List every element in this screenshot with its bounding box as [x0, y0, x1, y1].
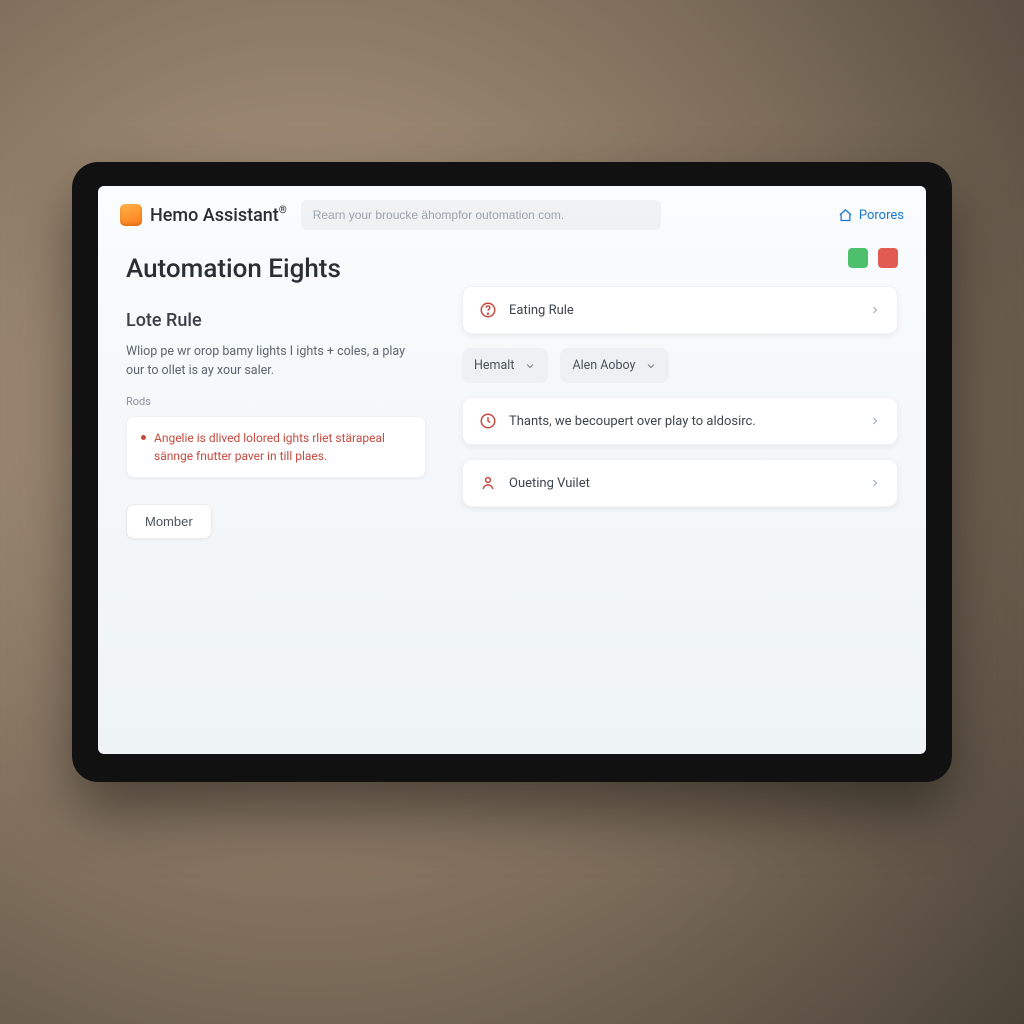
- nav-home-label: Porores: [859, 208, 904, 223]
- chevron-right-icon: [869, 477, 881, 489]
- select-label: Hemalt: [474, 358, 514, 373]
- status-chip-green[interactable]: [848, 248, 868, 268]
- rule-card-eating[interactable]: Eating Rule: [462, 286, 898, 334]
- chevron-down-icon: [645, 360, 657, 372]
- brand-name: Hemo Assistant®: [150, 205, 287, 226]
- app-screen: Hemo Assistant® Porores Automation Eight…: [98, 186, 926, 754]
- left-column: Automation Eights Lote Rule Wliop pe wr …: [126, 248, 426, 734]
- warning-text: Angelie is dlived lolored ights rliet st…: [154, 429, 411, 465]
- status-chip-red[interactable]: [878, 248, 898, 268]
- select-hemalt[interactable]: Hemalt: [462, 348, 548, 383]
- main-content: Automation Eights Lote Rule Wliop pe wr …: [98, 240, 926, 754]
- rule-card-label: Thants, we becoupert over play to aldosi…: [509, 414, 857, 429]
- warning-bullet-icon: [141, 435, 146, 440]
- brand: Hemo Assistant®: [120, 204, 287, 226]
- chevron-down-icon: [524, 360, 536, 372]
- rule-card-oueting[interactable]: Oueting Vuilet: [462, 459, 898, 507]
- search-input[interactable]: [301, 200, 661, 230]
- rule-card-thants[interactable]: Thants, we becoupert over play to aldosi…: [462, 397, 898, 445]
- select-row: Hemalt Alen Aoboy: [462, 348, 898, 383]
- laptop-frame: Hemo Assistant® Porores Automation Eight…: [72, 162, 952, 782]
- brand-logo-icon: [120, 204, 142, 226]
- status-row: [462, 248, 898, 268]
- search-container: [301, 200, 661, 230]
- nav-home[interactable]: Porores: [838, 208, 904, 223]
- section-title: Lote Rule: [126, 310, 426, 331]
- right-column: Eating Rule Hemalt Alen Aoboy: [462, 248, 898, 734]
- section-description: Wliop pe wr orop bamy lights I ights + c…: [126, 343, 426, 381]
- rule-card-label: Eating Rule: [509, 303, 857, 318]
- chevron-right-icon: [869, 415, 881, 427]
- clock-icon: [479, 412, 497, 430]
- person-icon: [479, 474, 497, 492]
- chevron-right-icon: [869, 304, 881, 316]
- select-alen-aoboy[interactable]: Alen Aoboy: [560, 348, 669, 383]
- rods-label: Rods: [126, 395, 426, 408]
- question-icon: [479, 301, 497, 319]
- top-bar: Hemo Assistant® Porores: [98, 186, 926, 240]
- select-label: Alen Aoboy: [572, 358, 635, 373]
- warning-card: Angelie is dlived lolored ights rliet st…: [126, 416, 426, 478]
- page-title: Automation Eights: [126, 254, 426, 284]
- rule-card-label: Oueting Vuilet: [509, 476, 857, 491]
- home-icon: [838, 208, 853, 223]
- member-button[interactable]: Momber: [126, 504, 212, 539]
